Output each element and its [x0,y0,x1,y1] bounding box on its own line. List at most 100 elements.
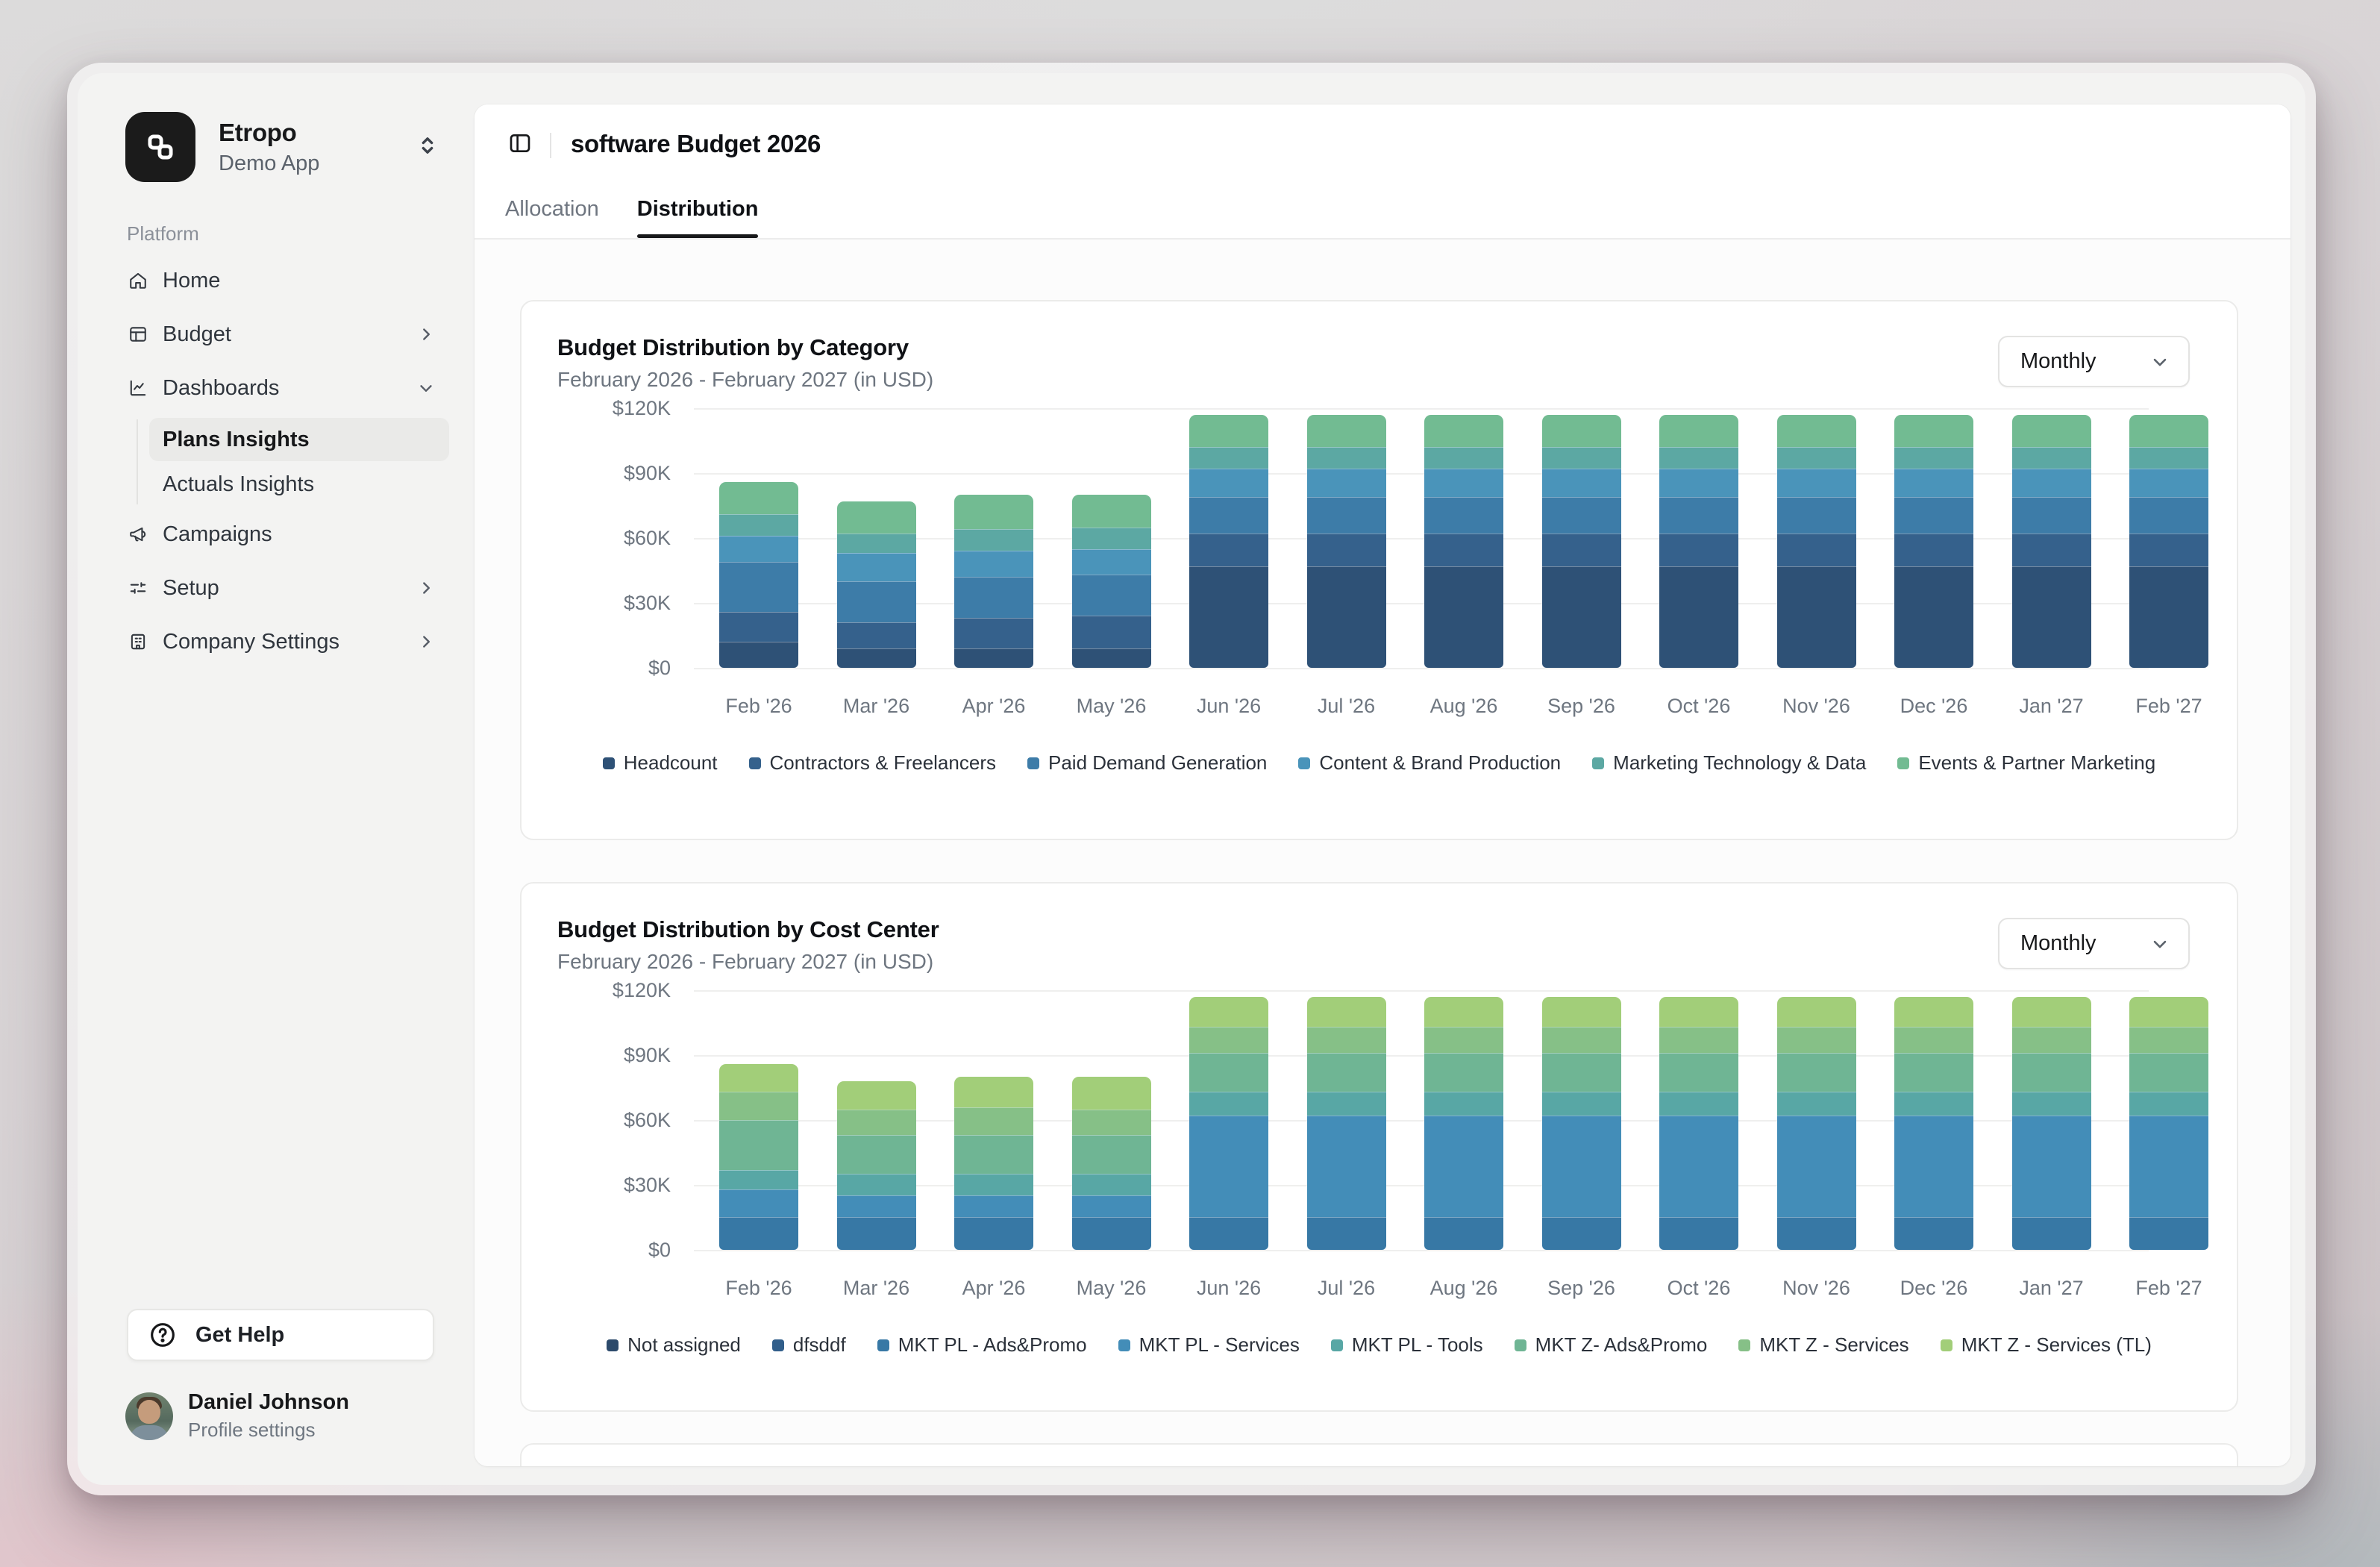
bar-segment [1894,1053,1973,1092]
legend-item[interactable]: MKT PL - Services [1118,1333,1300,1357]
chevron-right-icon [416,325,436,344]
bar-segment [1307,415,1386,448]
bar-apr26[interactable] [954,1077,1033,1250]
bar-apr26[interactable] [954,495,1033,668]
sliders-icon [128,578,148,598]
workspace-switcher[interactable]: Etropo Demo App [125,112,319,182]
bar-mar26[interactable] [837,501,916,668]
bar-nov26[interactable] [1777,997,1856,1250]
bar-segment [1659,469,1738,497]
legend-item[interactable]: Not assigned [607,1333,741,1357]
bar-oct26[interactable] [1659,415,1738,668]
x-axis-label: Aug '26 [1405,695,1523,718]
x-axis-label: Dec '26 [1875,695,1993,718]
bar-segment [719,514,798,536]
bar-mar26[interactable] [837,1081,916,1250]
bar-segment [719,562,798,612]
y-axis-tick: $90K [557,462,671,485]
bar-segment [1424,497,1503,534]
legend-item[interactable]: Events & Partner Marketing [1897,751,2155,775]
sidebar-item-campaigns[interactable]: Campaigns [103,510,449,558]
legend-item[interactable]: Content & Brand Production [1298,751,1561,775]
bar-may26[interactable] [1072,1077,1151,1250]
bar-nov26[interactable] [1777,415,1856,668]
bar-segment [1542,997,1621,1028]
bar-aug26[interactable] [1424,415,1503,668]
bar-segment [1072,1174,1151,1195]
bar-jan27[interactable] [2012,415,2091,668]
legend-item[interactable]: Headcount [603,751,718,775]
gridline [694,1250,2149,1251]
bar-oct26[interactable] [1659,997,1738,1250]
bar-dec26[interactable] [1894,997,1973,1250]
bar-segment [1659,447,1738,469]
bar-segment [2012,1217,2091,1250]
sidebar-item-home[interactable]: Home [103,257,449,304]
bar-segment [837,581,916,622]
legend-item[interactable]: MKT Z- Ads&Promo [1515,1333,1708,1357]
sidebar-item-actuals-insights[interactable]: Actuals Insights [149,463,449,506]
tab-bar: Allocation Distribution [505,197,758,238]
legend-item[interactable]: MKT Z - Services [1738,1333,1908,1357]
legend-label: Headcount [624,751,718,775]
bar-sep26[interactable] [1542,997,1621,1250]
bar-segment [1542,1116,1621,1217]
granularity-select[interactable]: Monthly [1998,918,2190,969]
bar-jun26[interactable] [1189,415,1268,668]
bar-jan27[interactable] [2012,997,2091,1250]
tab-allocation[interactable]: Allocation [505,197,599,238]
bar-segment [1659,415,1738,448]
bar-segment [1424,1027,1503,1053]
user-profile[interactable]: Daniel Johnson Profile settings [125,1390,349,1442]
sidebar-item-plans-insights[interactable]: Plans Insights [149,418,449,461]
y-axis-tick: $0 [557,1239,671,1262]
bar-jul26[interactable] [1307,997,1386,1250]
bar-segment [1189,566,1268,668]
get-help-button[interactable]: Get Help [127,1309,434,1361]
bar-feb26[interactable] [719,1064,798,1250]
legend-item[interactable]: MKT PL - Ads&Promo [877,1333,1087,1357]
bar-aug26[interactable] [1424,997,1503,1250]
legend-item[interactable]: MKT Z - Services (TL) [1941,1333,2152,1357]
etropo-logo-icon [125,112,195,182]
sidebar-item-budget[interactable]: Budget [103,310,449,358]
legend-swatch [877,1339,889,1351]
bar-segment [1659,1116,1738,1217]
bar-may26[interactable] [1072,495,1151,668]
sidebar-toggle-icon[interactable] [508,131,532,155]
granularity-select[interactable]: Monthly [1998,336,2190,387]
main-panel: software Budget 2026 Allocation Distribu… [475,104,2290,1466]
x-axis-label: May '26 [1053,1277,1171,1300]
sidebar-item-setup[interactable]: Setup [103,564,449,612]
home-icon [128,271,148,290]
tab-distribution[interactable]: Distribution [637,197,759,238]
y-axis-tick: $120K [557,397,671,420]
bar-segment [1777,1116,1856,1217]
bar-feb27[interactable] [2129,997,2208,1250]
bar-segment [2129,1027,2208,1053]
chart-line-icon [128,378,148,398]
chevrons-up-down-icon[interactable] [415,133,440,158]
legend-item[interactable]: dfsddf [772,1333,846,1357]
bar-segment [837,534,916,553]
legend-label: MKT Z - Services (TL) [1961,1333,2152,1357]
card-subtitle: February 2026 - February 2027 (in USD) [557,368,2201,392]
legend-item[interactable]: MKT PL - Tools [1331,1333,1483,1357]
bar-feb27[interactable] [2129,415,2208,668]
sidebar-item-dashboards[interactable]: Dashboards [103,364,449,412]
cost-center-stacked-bar-chart: $0$30K$60K$90K$120KFeb '26Mar '26Apr '26… [557,990,2201,1393]
legend-swatch [1298,757,1310,769]
bar-jun26[interactable] [1189,997,1268,1250]
sidebar-item-company-settings[interactable]: Company Settings [103,618,449,666]
bar-dec26[interactable] [1894,415,1973,668]
bar-jul26[interactable] [1307,415,1386,668]
legend-item[interactable]: Contractors & Freelancers [749,751,996,775]
bar-sep26[interactable] [1542,415,1621,668]
chevron-right-icon [416,578,436,598]
legend-swatch [1941,1339,1952,1351]
legend-item[interactable]: Paid Demand Generation [1027,751,1267,775]
legend-item[interactable]: Marketing Technology & Data [1592,751,1866,775]
y-axis-tick: $0 [557,657,671,680]
bar-feb26[interactable] [719,482,798,668]
legend-label: dfsddf [793,1333,846,1357]
